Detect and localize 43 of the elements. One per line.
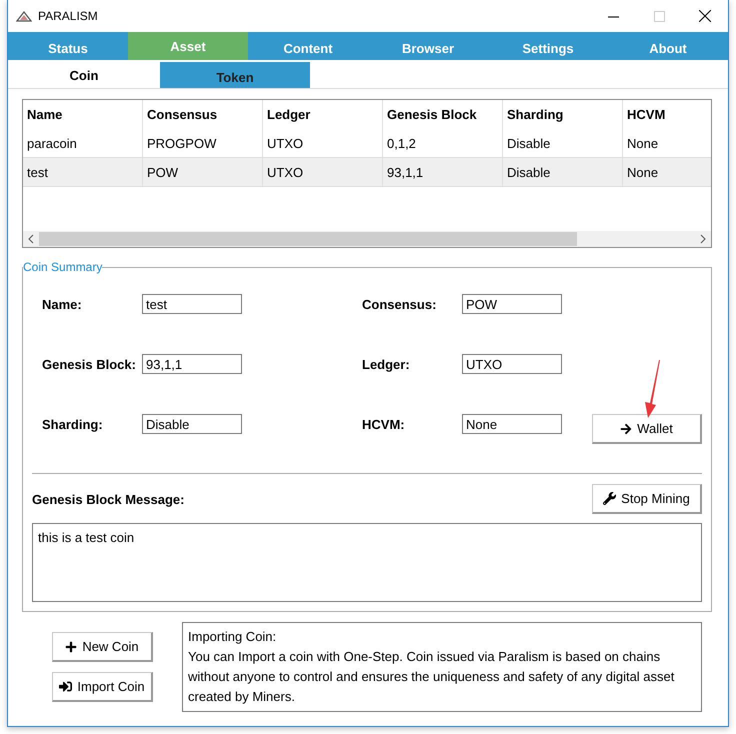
input-field[interactable]: Disable [142, 414, 242, 434]
table-cell: Disable [503, 129, 623, 157]
message-field[interactable]: this is a test coin [32, 523, 702, 602]
input-field[interactable]: test [142, 294, 242, 314]
stop-mining-button[interactable]: Stop Mining [592, 484, 702, 514]
table-cell: UTXO [263, 129, 383, 157]
field-label: Name: [42, 296, 83, 312]
input-field[interactable]: POW [462, 294, 562, 314]
input-field[interactable]: UTXO [462, 354, 562, 374]
table-cell: 0,1,2 [383, 129, 503, 157]
window-title: PARALISM [38, 9, 99, 23]
wallet-button[interactable]: Wallet [592, 414, 702, 444]
table-cell: PROGPOW [143, 129, 263, 157]
table-row[interactable]: test POW UTXO 93,1,1 Disable None [23, 158, 711, 187]
import-coin-button[interactable]: Import Coin [52, 672, 153, 702]
table-cell: None [623, 158, 711, 186]
panel-title: Coin Summary [23, 260, 102, 274]
arrow-right-icon [620, 422, 632, 434]
info-text: You can Import a coin with One-Step. Coin issued via Paralism is based on chains without anyone to control and ensures the uniqueness and safety of any digital asset created by Miners. [188, 648, 676, 706]
plus-icon [65, 640, 78, 652]
wrench-icon [603, 492, 616, 505]
new-coin-button[interactable]: New Coin [52, 632, 153, 662]
field-label: Genesis Block Message: [32, 492, 184, 506]
table-cell: 93,1,1 [383, 158, 503, 186]
info-title: Importing Coin: [188, 628, 278, 646]
input-field[interactable]: 93,1,1 [142, 354, 242, 374]
table-cell: Disable [503, 158, 623, 186]
horizontal-scrollbar[interactable] [23, 231, 711, 247]
field-label: Consensus: [362, 296, 438, 312]
logo-icon [16, 10, 32, 22]
field-label: Genesis Block: [42, 356, 137, 372]
sub-tab[interactable]: Token [160, 62, 310, 88]
table-cell: test [23, 158, 143, 186]
field-label: Sharding: [42, 416, 104, 432]
table-cell: None [623, 129, 711, 157]
table-row[interactable]: paracoin PROGPOW UTXO 0,1,2 Disable None [23, 129, 711, 158]
table-cell: paracoin [23, 129, 143, 157]
input-field[interactable]: None [462, 414, 562, 434]
field-label: Ledger: [362, 356, 411, 372]
sign-in-icon [59, 680, 72, 693]
table-cell: POW [143, 158, 263, 186]
table-cell: UTXO [263, 158, 383, 186]
field-label: HCVM: [362, 416, 406, 432]
